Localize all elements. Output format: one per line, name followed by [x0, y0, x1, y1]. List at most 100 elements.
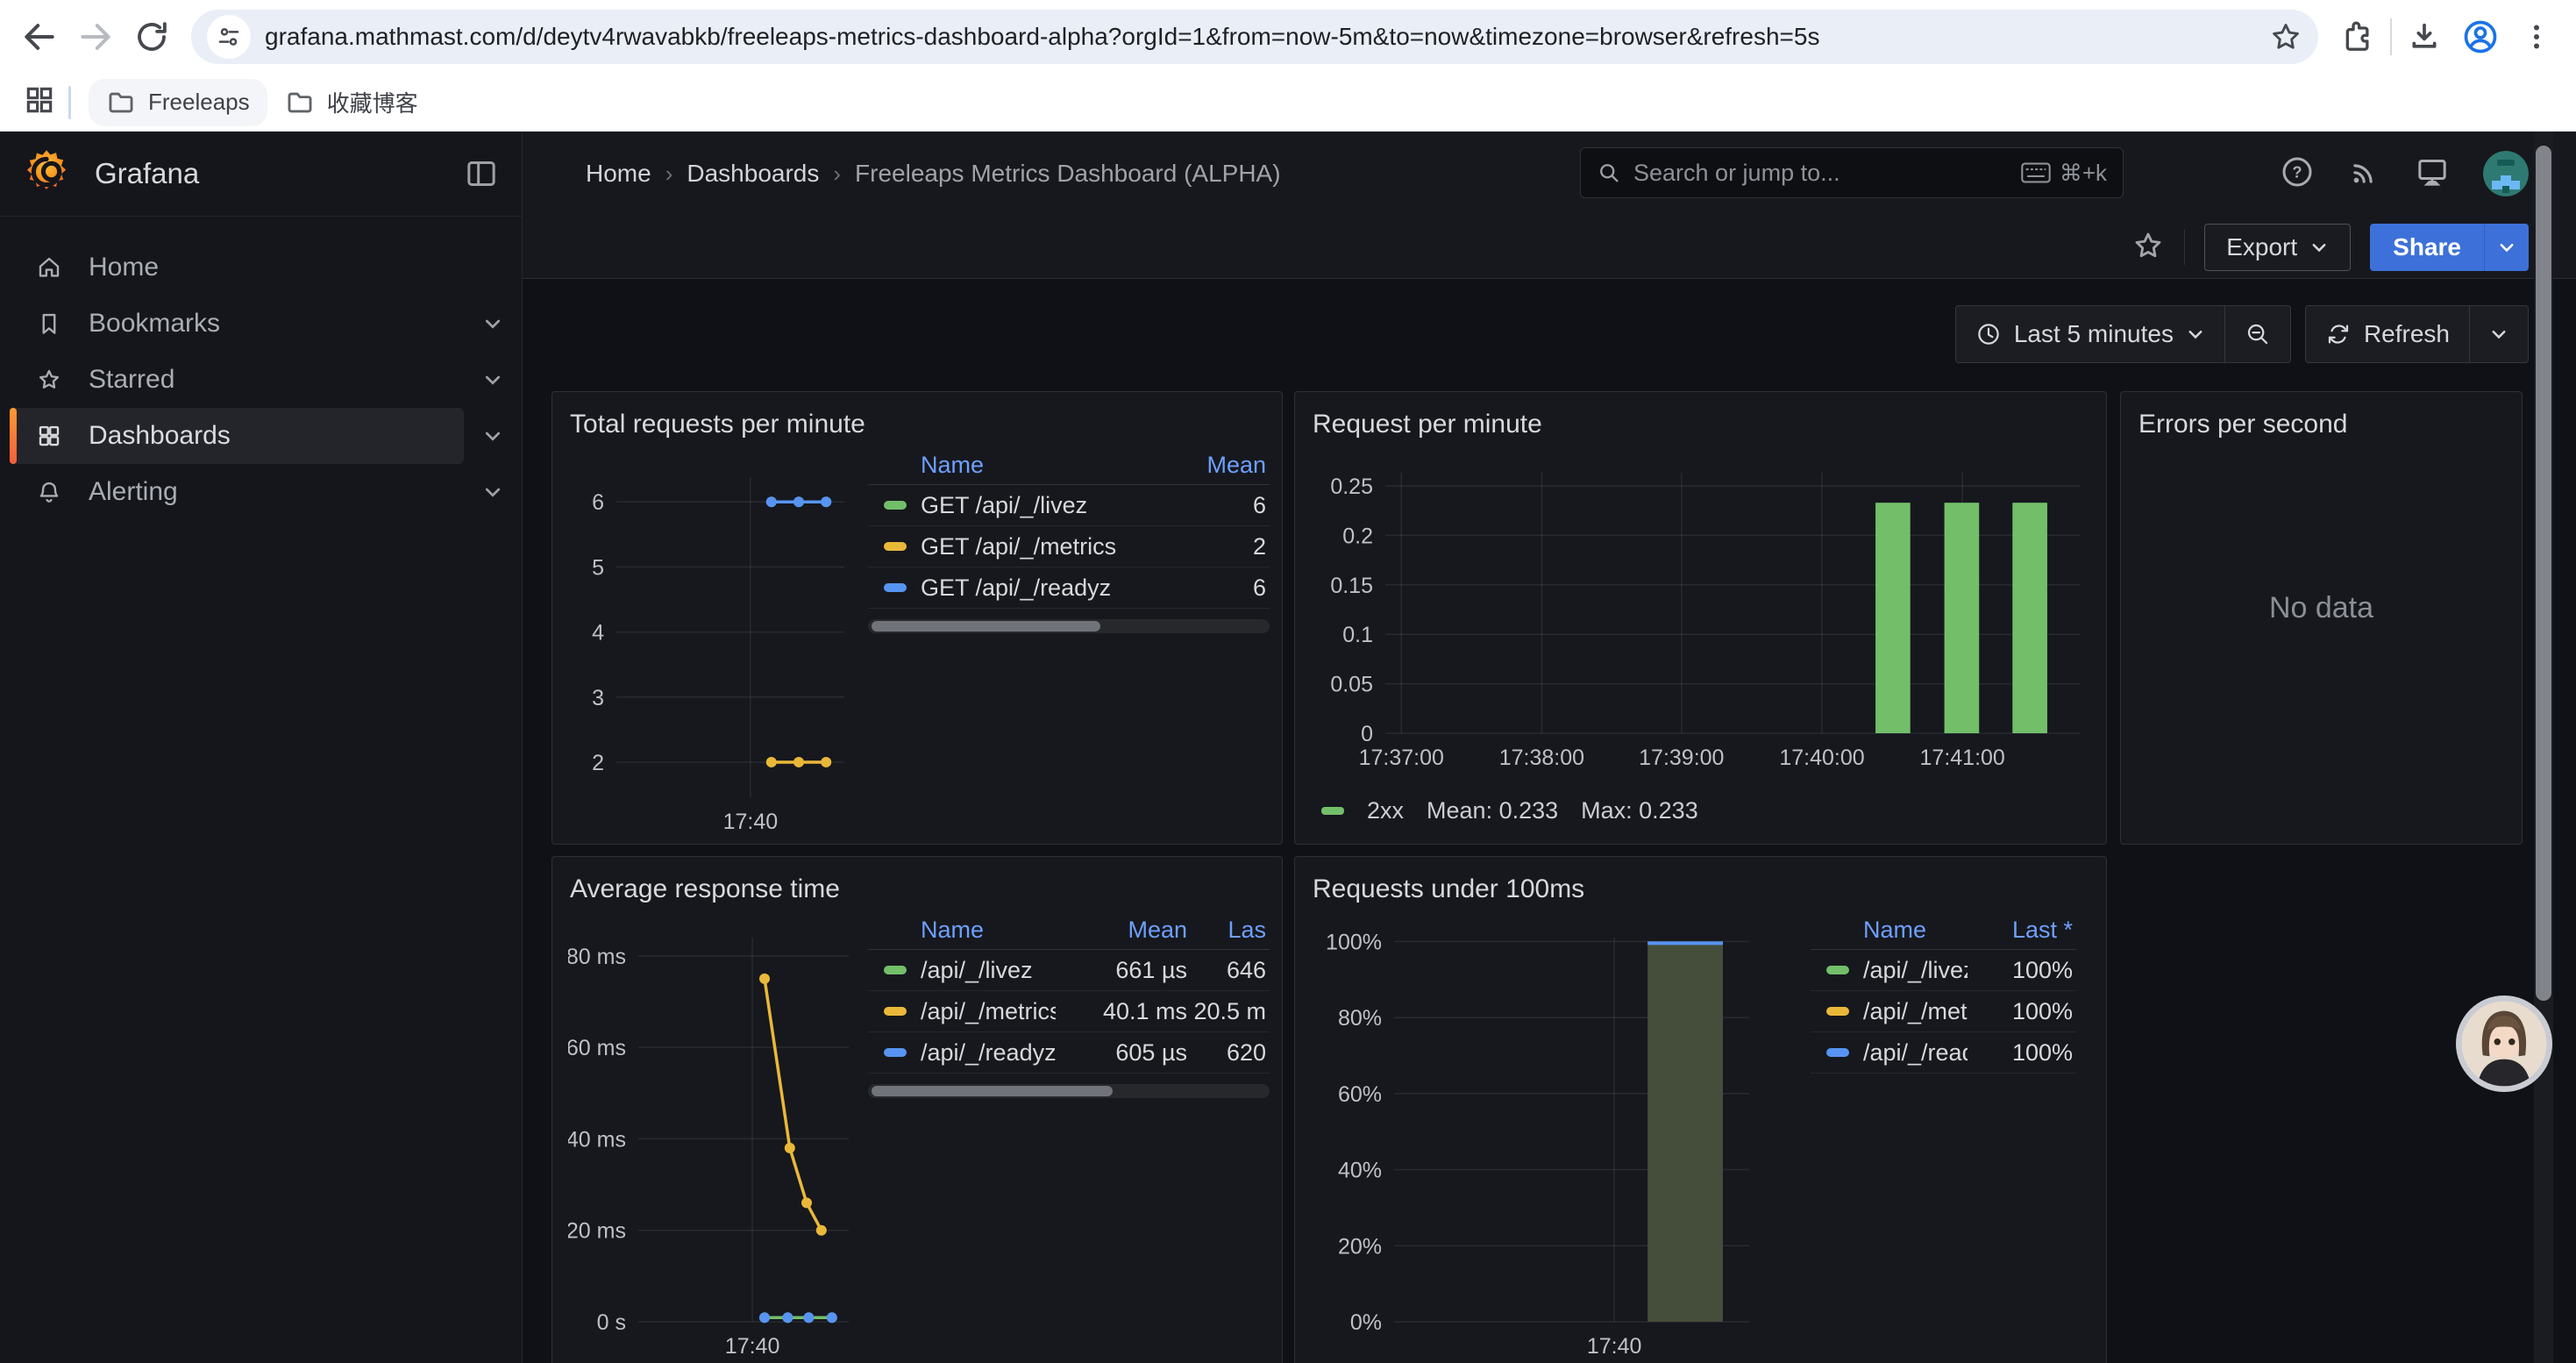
- breadcrumb-dashboards[interactable]: Dashboards: [687, 160, 819, 188]
- legend-table: NameLast * /api/_/livez100%/api/_/metrics…: [1811, 911, 2076, 1074]
- user-avatar[interactable]: [2483, 151, 2529, 196]
- chevron-down-icon[interactable]: [464, 369, 522, 390]
- breadcrumb: Home › Dashboards › Freeleaps Metrics Da…: [586, 160, 1281, 188]
- chevron-down-icon[interactable]: [464, 313, 522, 334]
- panel-title[interactable]: Average response time: [552, 857, 1282, 904]
- profile-icon[interactable]: [2460, 17, 2501, 57]
- panel-errors-per-second: Errors per second No data: [2120, 391, 2523, 845]
- downloads-icon[interactable]: [2404, 17, 2444, 57]
- legend-scrollbar[interactable]: [868, 619, 1270, 633]
- legend-row[interactable]: /api/_/livez661 µs646: [868, 950, 1270, 991]
- grafana-brand: Grafana: [95, 157, 199, 190]
- legend-row[interactable]: /api/_/readyz605 µs620: [868, 1032, 1270, 1074]
- dock-menu-icon[interactable]: [464, 156, 499, 191]
- grafana-logo[interactable]: [23, 148, 70, 200]
- refresh-picker: Refresh: [2305, 305, 2529, 363]
- time-range-button[interactable]: Last 5 minutes: [1956, 306, 2224, 362]
- refresh-icon: [2325, 321, 2352, 347]
- legend-row[interactable]: /api/_/livez100%: [1811, 950, 2076, 991]
- url-text[interactable]: grafana.mathmast.com/d/deytv4rwavabkb/fr…: [265, 23, 2269, 51]
- legend-row[interactable]: /api/_/metrics100%: [1811, 991, 2076, 1032]
- svg-text:0%: 0%: [1350, 1310, 1382, 1335]
- panel-title[interactable]: Requests under 100ms: [1295, 857, 2106, 904]
- svg-text:?: ?: [2292, 162, 2302, 181]
- legend-column-header[interactable]: Las: [1187, 917, 1266, 944]
- favorite-star-icon[interactable]: [2131, 229, 2165, 267]
- browser-menu-icon[interactable]: [2516, 17, 2557, 57]
- legend-row[interactable]: GET /api/_/metrics2: [868, 526, 1270, 567]
- legend-column-header[interactable]: Mean: [1056, 917, 1187, 944]
- folder-icon: [289, 94, 310, 111]
- page-scrollbar[interactable]: [2534, 132, 2553, 1363]
- sidebar-item-home[interactable]: Home: [10, 239, 465, 296]
- scrollbar-thumb[interactable]: [2536, 146, 2551, 1001]
- zoom-out-button[interactable]: [2224, 306, 2290, 362]
- reload-icon[interactable]: [132, 17, 172, 57]
- sidebar-item-starred[interactable]: Starred: [10, 352, 464, 408]
- chevron-down-icon[interactable]: [464, 482, 522, 503]
- legend-row[interactable]: /api/_/metrics40.1 ms20.5 m: [868, 991, 1270, 1032]
- svg-text:0.15: 0.15: [1330, 574, 1373, 598]
- sidebar-item-alerting[interactable]: Alerting: [10, 464, 464, 520]
- search-icon: [1597, 161, 1621, 185]
- series-color-swatch: [884, 966, 907, 974]
- time-controls: Last 5 minutes Refresh: [1955, 305, 2529, 363]
- apps-grid-icon[interactable]: [23, 83, 56, 121]
- grafana-sidebar: Grafana Home Bookmarks: [0, 132, 523, 1363]
- clock-icon: [1975, 321, 2002, 347]
- time-range-picker: Last 5 minutes: [1955, 305, 2291, 363]
- address-bar[interactable]: grafana.mathmast.com/d/deytv4rwavabkb/fr…: [191, 10, 2318, 64]
- export-button[interactable]: Export: [2204, 224, 2351, 271]
- share-button[interactable]: Share: [2370, 224, 2529, 271]
- svg-text:6: 6: [592, 490, 604, 515]
- legend-column-header[interactable]: Last *: [1968, 917, 2073, 944]
- forward-icon[interactable]: [75, 17, 116, 57]
- panel-title[interactable]: Errors per second: [2121, 392, 2522, 439]
- breadcrumb-home[interactable]: Home: [586, 160, 651, 188]
- bookmark-folder-blogs[interactable]: 收藏博客: [267, 77, 436, 127]
- extensions-icon[interactable]: [2338, 17, 2378, 57]
- sidebar-item-bookmarks[interactable]: Bookmarks: [10, 296, 464, 352]
- legend-series-label: 2xx: [1367, 797, 1404, 824]
- svg-text:17:40: 17:40: [1587, 1334, 1642, 1359]
- legend-mean: Mean: 0.233: [1427, 797, 1558, 824]
- sidebar-item-dashboards[interactable]: Dashboards: [10, 408, 464, 464]
- bookmark-star-icon[interactable]: [2269, 20, 2302, 54]
- bell-icon: [36, 479, 62, 505]
- panel-title[interactable]: Total requests per minute: [552, 392, 1282, 439]
- floating-assistant-avatar[interactable]: [2456, 995, 2552, 1092]
- help-icon[interactable]: ?: [2280, 154, 2315, 194]
- legend-scrollbar[interactable]: [868, 1084, 1270, 1098]
- bookmark-folder-freeleaps[interactable]: Freeleaps: [89, 79, 267, 126]
- legend-row[interactable]: /api/_/readyz100%: [1811, 1032, 2076, 1074]
- svg-text:17:41:00: 17:41:00: [1920, 746, 2005, 770]
- chevron-down-icon[interactable]: [464, 425, 522, 446]
- monitor-icon[interactable]: [2415, 154, 2450, 194]
- series-color-swatch: [884, 1007, 907, 1016]
- legend-column-header[interactable]: Name: [1814, 917, 1968, 944]
- chart-legend[interactable]: 2xx Mean: 0.233 Max: 0.233: [1321, 797, 1698, 824]
- panel-title[interactable]: Request per minute: [1295, 392, 2106, 439]
- search-input[interactable]: Search or jump to... ⌘+k: [1580, 147, 2124, 198]
- search-placeholder: Search or jump to...: [1633, 160, 1840, 187]
- series-color-swatch: [884, 501, 907, 510]
- refresh-button[interactable]: Refresh: [2306, 306, 2469, 362]
- series-color-swatch: [1826, 1048, 1849, 1057]
- series-color-swatch: [1826, 1007, 1849, 1016]
- bookmarks-bar: Freeleaps 收藏博客: [0, 74, 2576, 132]
- dashboard-subheader: Export Share: [523, 216, 2576, 279]
- legend-column-header[interactable]: Name: [872, 917, 1056, 944]
- site-settings-icon[interactable]: [207, 15, 251, 59]
- chevron-down-icon: [2497, 238, 2516, 257]
- share-menu-caret[interactable]: [2484, 224, 2529, 271]
- back-icon[interactable]: [19, 17, 60, 57]
- news-rss-icon[interactable]: [2348, 155, 2381, 193]
- legend-column-header[interactable]: Name: [872, 452, 1170, 479]
- screen: grafana.mathmast.com/d/deytv4rwavabkb/fr…: [0, 0, 2576, 1363]
- legend-row[interactable]: GET /api/_/readyz6: [868, 567, 1270, 609]
- series-color-swatch: [884, 542, 907, 551]
- refresh-interval-caret[interactable]: [2469, 306, 2528, 362]
- keyboard-icon: [2021, 161, 2051, 184]
- legend-row[interactable]: GET /api/_/livez6: [868, 485, 1270, 526]
- legend-column-header[interactable]: Mean: [1170, 452, 1266, 479]
